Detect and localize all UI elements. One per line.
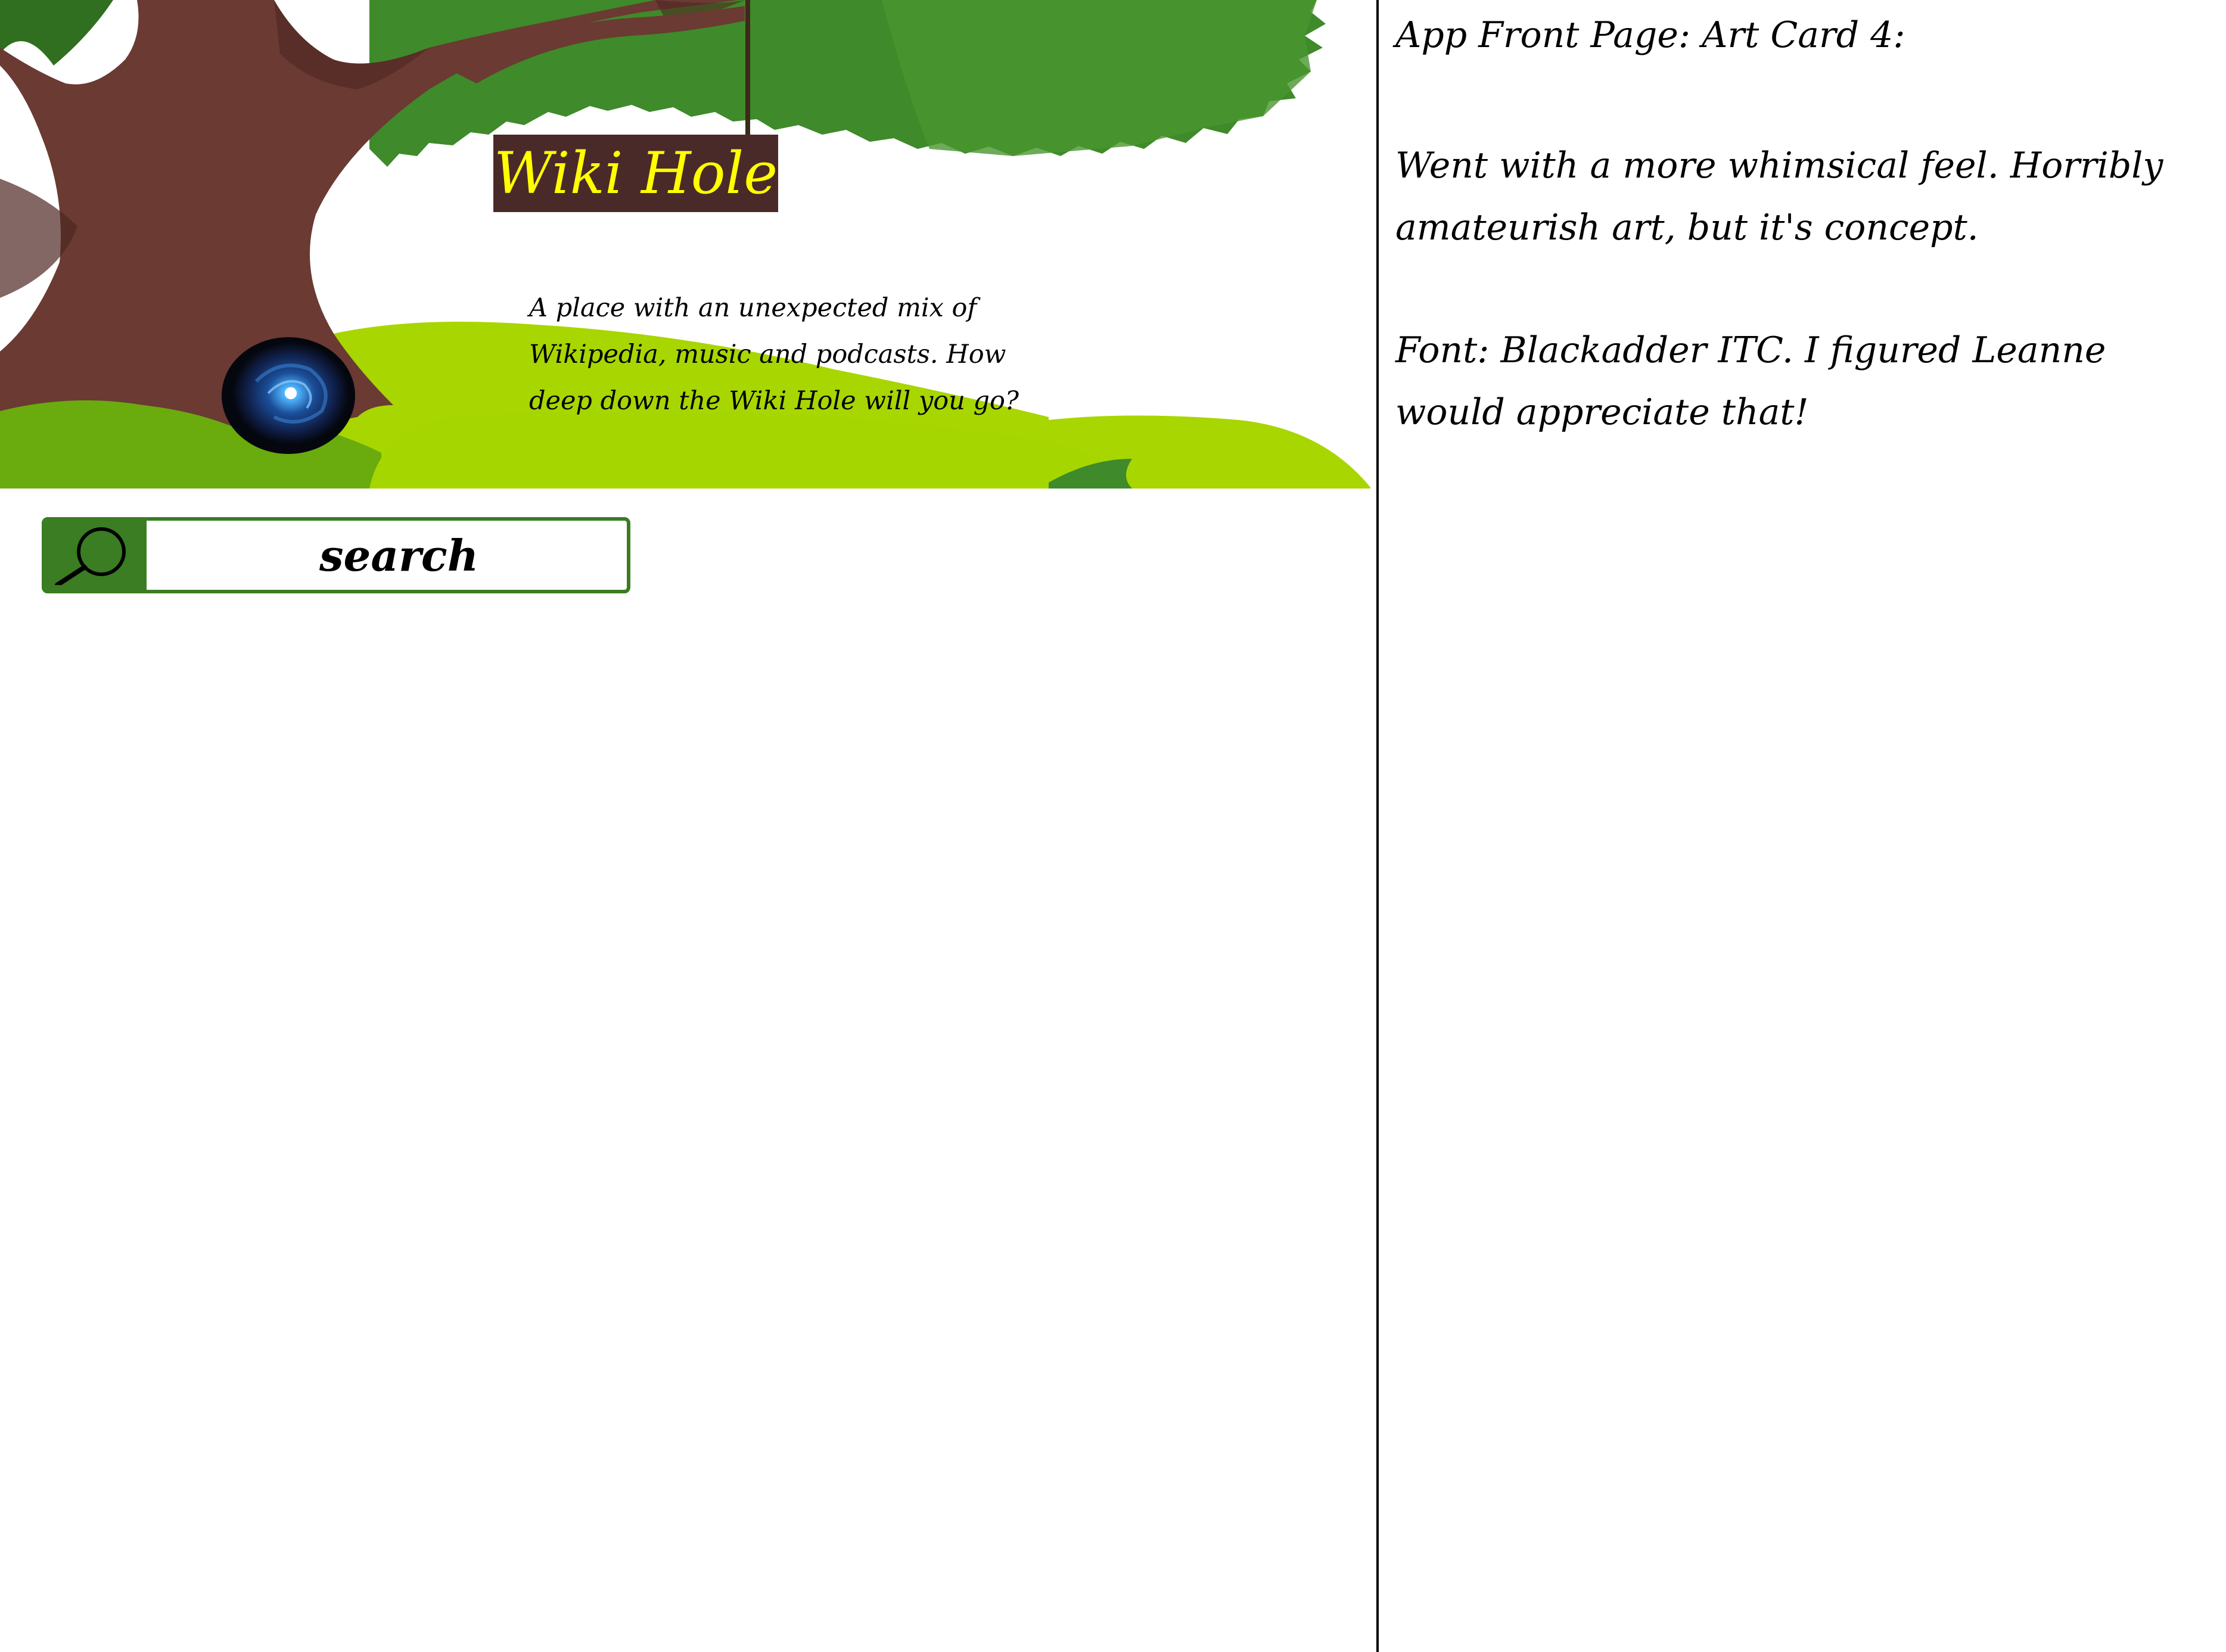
search-button[interactable] (45, 521, 147, 590)
panel-divider (1376, 0, 1379, 1652)
search-input[interactable] (153, 521, 623, 590)
notes-heading: App Front Page: Art Card 4: (1395, 14, 1905, 56)
app-front-page-mockup: Wiki Hole A place with an unexpected mix… (0, 0, 1370, 1652)
search-bar (42, 517, 630, 593)
back-foliage (0, 0, 113, 66)
notes-paragraph-font: Font: Blackadder ITC. I figured Leanne w… (1395, 329, 2106, 433)
notes-paragraph-style: Went with a more whimsical feel. Horribl… (1395, 145, 2163, 248)
wiki-hole-sign-title: Wiki Hole (493, 135, 778, 212)
app-tagline: A place with an unexpected mix of Wikipe… (529, 293, 1019, 416)
magnifier-icon (55, 527, 126, 585)
designer-notes-panel: App Front Page: Art Card 4: Went with a … (1395, 0, 2218, 1652)
